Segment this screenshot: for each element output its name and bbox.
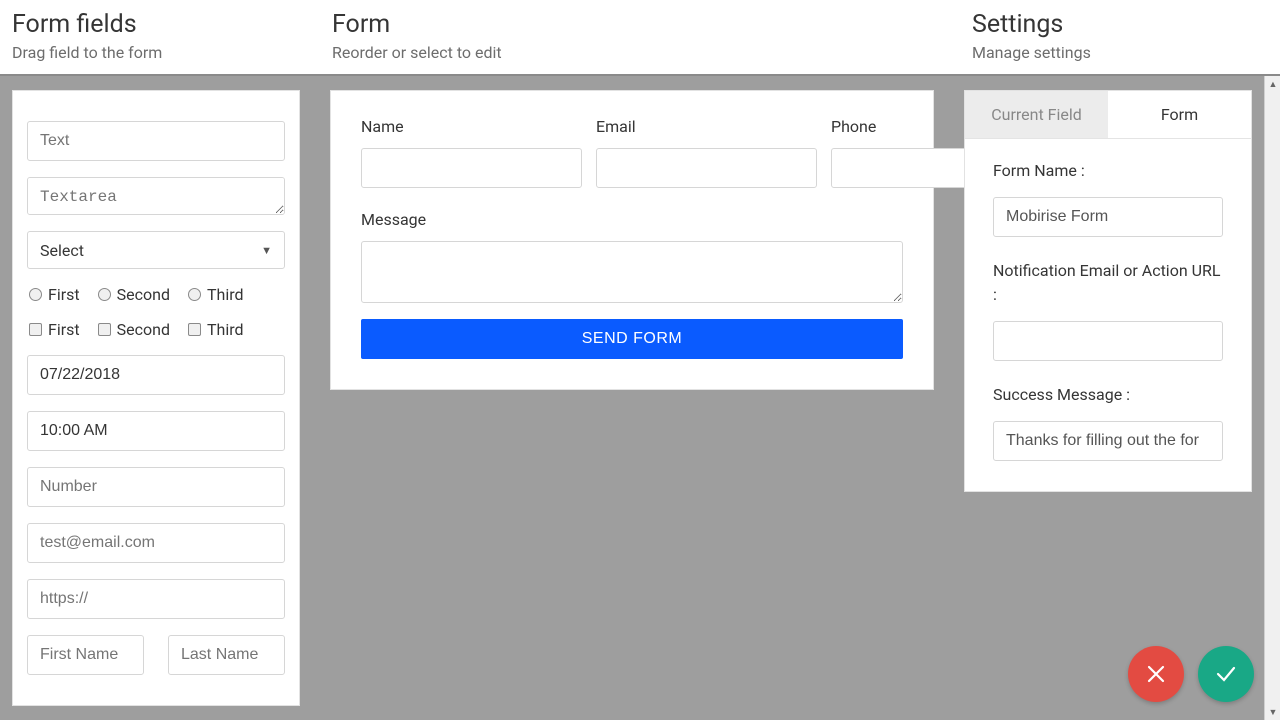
settings-body: Form Name : Notification Email or Action… bbox=[965, 139, 1251, 491]
header-title-form: Form bbox=[332, 10, 948, 39]
palette-check-first[interactable]: First bbox=[29, 320, 80, 339]
checkbox-icon bbox=[188, 323, 201, 336]
form-field-name[interactable]: Name bbox=[361, 117, 582, 188]
palette-radio-first[interactable]: First bbox=[29, 285, 80, 304]
label-email: Email bbox=[596, 117, 817, 136]
tab-current-field[interactable]: Current Field bbox=[965, 91, 1108, 138]
header-col-settings: Settings Manage settings bbox=[960, 0, 1280, 74]
palette-check-third[interactable]: Third bbox=[188, 320, 244, 339]
palette-radio-second[interactable]: Second bbox=[98, 285, 170, 304]
header-col-fields: Form fields Drag field to the form bbox=[0, 0, 320, 74]
tab-form[interactable]: Form bbox=[1108, 91, 1251, 138]
palette-check-second[interactable]: Second bbox=[98, 320, 170, 339]
scroll-up-icon[interactable]: ▲ bbox=[1265, 76, 1280, 92]
field-palette: Select ▼ First Second Third First Second… bbox=[12, 90, 300, 706]
header-sub-settings: Manage settings bbox=[972, 43, 1268, 62]
check-icon bbox=[1214, 662, 1238, 686]
label-success-message: Success Message : bbox=[993, 383, 1223, 407]
close-icon bbox=[1144, 662, 1168, 686]
form-canvas[interactable]: Name Email Phone Message SEND FORM bbox=[330, 90, 934, 390]
palette-number-field[interactable] bbox=[27, 467, 285, 507]
workspace: Select ▼ First Second Third First Second… bbox=[0, 76, 1280, 720]
palette-date-field[interactable] bbox=[27, 355, 285, 395]
input-success-message[interactable] bbox=[993, 421, 1223, 461]
input-form-name[interactable] bbox=[993, 197, 1223, 237]
input-email[interactable] bbox=[596, 148, 817, 188]
radio-icon bbox=[188, 288, 201, 301]
palette-select-label: Select bbox=[40, 241, 84, 260]
label-form-name: Form Name : bbox=[993, 159, 1223, 183]
palette-name-pair bbox=[27, 635, 285, 675]
header-sub-fields: Drag field to the form bbox=[12, 43, 308, 62]
palette-radio-third[interactable]: Third bbox=[188, 285, 244, 304]
palette-email-field[interactable] bbox=[27, 523, 285, 563]
palette-radio-row: First Second Third bbox=[27, 285, 285, 304]
settings-tabs: Current Field Form bbox=[965, 91, 1251, 139]
palette-lastname-field[interactable] bbox=[168, 635, 285, 675]
input-name[interactable] bbox=[361, 148, 582, 188]
confirm-button[interactable] bbox=[1198, 646, 1254, 702]
palette-url-field[interactable] bbox=[27, 579, 285, 619]
radio-icon bbox=[29, 288, 42, 301]
checkbox-icon bbox=[98, 323, 111, 336]
palette-text-field[interactable] bbox=[27, 121, 285, 161]
label-message: Message bbox=[361, 210, 903, 229]
label-notification: Notification Email or Action URL : bbox=[993, 259, 1223, 307]
input-notification[interactable] bbox=[993, 321, 1223, 361]
palette-select-field[interactable]: Select ▼ bbox=[27, 231, 285, 269]
header-title-fields: Form fields bbox=[12, 10, 308, 39]
form-row-top: Name Email Phone bbox=[361, 117, 903, 188]
palette-checkbox-row: First Second Third bbox=[27, 320, 285, 339]
palette-textarea-field[interactable] bbox=[27, 177, 285, 215]
vertical-scrollbar[interactable]: ▲ ▼ bbox=[1264, 76, 1280, 720]
header-col-form: Form Reorder or select to edit bbox=[320, 0, 960, 74]
header-bar: Form fields Drag field to the form Form … bbox=[0, 0, 1280, 76]
checkbox-icon bbox=[29, 323, 42, 336]
form-field-email[interactable]: Email bbox=[596, 117, 817, 188]
scroll-down-icon[interactable]: ▼ bbox=[1265, 704, 1280, 720]
settings-panel: Current Field Form Form Name : Notificat… bbox=[964, 90, 1252, 492]
header-sub-form: Reorder or select to edit bbox=[332, 43, 948, 62]
radio-icon bbox=[98, 288, 111, 301]
fab-row bbox=[1128, 646, 1254, 702]
header-title-settings: Settings bbox=[972, 10, 1268, 39]
send-form-button[interactable]: SEND FORM bbox=[361, 319, 903, 359]
input-message[interactable] bbox=[361, 241, 903, 303]
palette-time-field[interactable] bbox=[27, 411, 285, 451]
label-name: Name bbox=[361, 117, 582, 136]
palette-firstname-field[interactable] bbox=[27, 635, 144, 675]
form-field-message[interactable]: Message bbox=[361, 210, 903, 303]
chevron-down-icon: ▼ bbox=[261, 244, 272, 257]
cancel-button[interactable] bbox=[1128, 646, 1184, 702]
